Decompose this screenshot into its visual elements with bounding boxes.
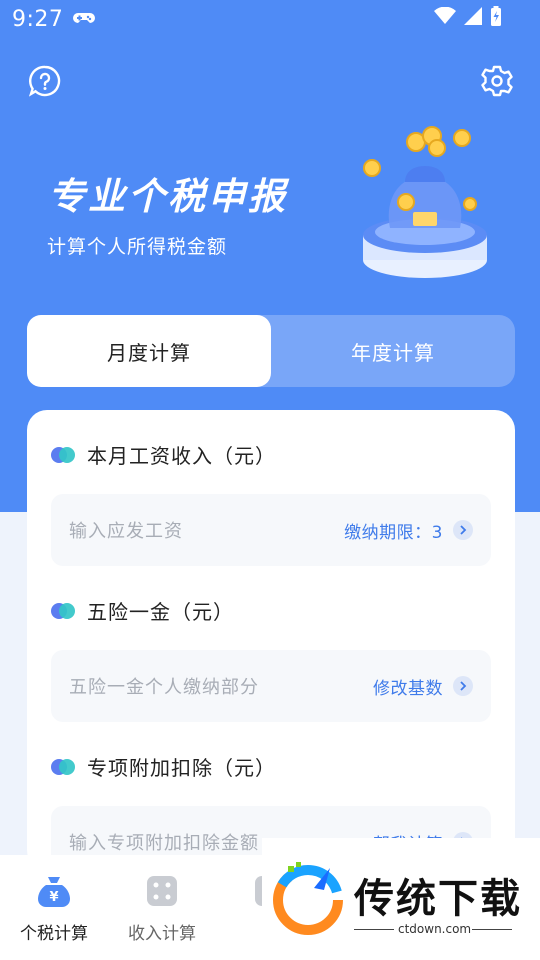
calculator-card: 本月工资收入（元） 输入应发工资 缴纳期限：3 五险一金（元） 五险一金个人缴纳…	[27, 410, 515, 878]
watermark-divider	[472, 929, 512, 930]
battery-icon	[491, 6, 501, 26]
svg-text:¥: ¥	[49, 890, 58, 905]
modify-base-link[interactable]: 修改基数	[373, 674, 443, 699]
page-subtitle: 计算个人所得税金额	[47, 236, 228, 258]
insurance-input[interactable]: 五险一金个人缴纳部分 修改基数	[51, 650, 491, 722]
wifi-icon	[434, 7, 456, 24]
tab-annual[interactable]: 年度计算	[271, 315, 515, 387]
watermark-divider	[354, 929, 394, 930]
watermark-emblem-icon	[273, 862, 343, 935]
chevron-right-icon[interactable]	[453, 676, 473, 696]
salary-section: 本月工资收入（元）	[51, 440, 276, 469]
status-bar: 9:27	[0, 0, 540, 38]
deduction-label: 专项附加扣除（元）	[87, 756, 276, 780]
deduction-section: 专项附加扣除（元）	[51, 752, 276, 781]
calculator-icon	[147, 876, 177, 906]
gamepad-icon	[73, 13, 96, 23]
watermark-url: ctdown.com	[398, 922, 472, 936]
salary-placeholder: 输入应发工资	[69, 521, 183, 542]
gear-icon	[481, 65, 513, 97]
bullet-dots-icon	[51, 758, 75, 775]
money-jar-illustration	[363, 126, 487, 278]
calc-mode-tabs: 月度计算 年度计算	[27, 315, 515, 387]
page-title: 专业个税申报	[48, 175, 288, 218]
watermark-text: 传统下载	[354, 876, 522, 922]
insurance-section: 五险一金（元）	[51, 596, 234, 625]
money-bag-icon: ¥	[38, 877, 70, 907]
nav-income-calc-label: 收入计算	[128, 924, 196, 944]
payment-period-link[interactable]: 缴纳期限：3	[344, 518, 443, 543]
chevron-right-icon[interactable]	[453, 520, 473, 540]
help-button[interactable]	[28, 64, 62, 98]
salary-label: 本月工资收入（元）	[87, 444, 276, 468]
settings-button[interactable]	[480, 64, 514, 98]
insurance-placeholder: 五险一金个人缴纳部分	[69, 677, 259, 698]
bullet-dots-icon	[51, 446, 75, 463]
salary-input[interactable]: 输入应发工资 缴纳期限：3	[51, 494, 491, 566]
nav-income-calc[interactable]: 收入计算	[108, 855, 216, 960]
bullet-dots-icon	[51, 602, 75, 619]
nav-tax-calc-label: 个税计算	[20, 924, 88, 944]
nav-tax-calc[interactable]: ¥ 个税计算	[0, 855, 108, 960]
question-chat-icon	[28, 65, 61, 97]
tab-monthly[interactable]: 月度计算	[27, 315, 271, 387]
status-time: 9:27	[12, 6, 64, 32]
watermark-logo: 传统下载 ctdown.com	[262, 838, 540, 960]
insurance-label: 五险一金（元）	[87, 600, 234, 624]
signal-icon	[464, 7, 482, 25]
